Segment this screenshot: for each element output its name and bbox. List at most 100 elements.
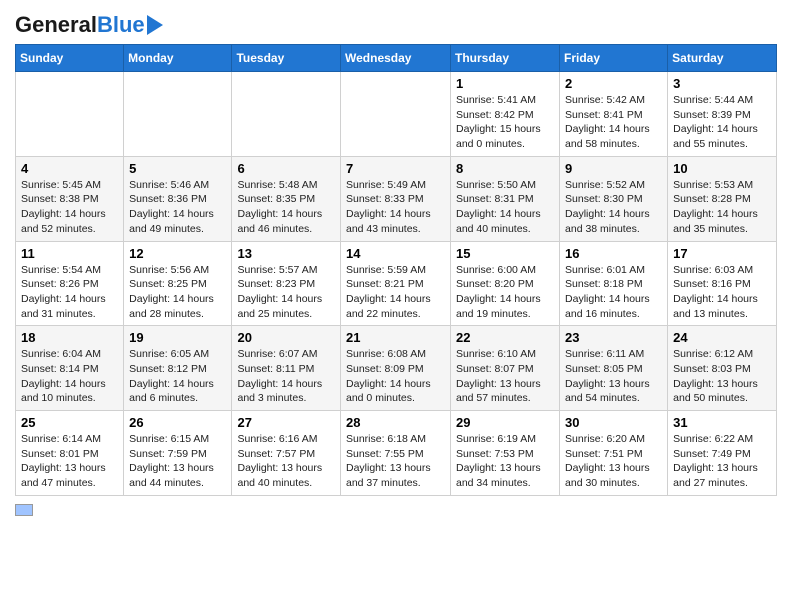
day-number: 25	[21, 415, 118, 430]
day-info: Sunrise: 6:11 AM Sunset: 8:05 PM Dayligh…	[565, 347, 662, 406]
day-number: 17	[673, 246, 771, 261]
day-number: 24	[673, 330, 771, 345]
day-number: 18	[21, 330, 118, 345]
legend-color-box	[15, 504, 33, 516]
day-info: Sunrise: 5:45 AM Sunset: 8:38 PM Dayligh…	[21, 178, 118, 237]
calendar-cell: 1 Sunrise: 5:41 AM Sunset: 8:42 PM Daylig…	[451, 72, 560, 157]
day-number: 6	[237, 161, 335, 176]
calendar-cell: 25 Sunrise: 6:14 AM Sunset: 8:01 PM Dayli…	[16, 411, 124, 496]
day-number: 14	[346, 246, 445, 261]
calendar-cell: 5 Sunrise: 5:46 AM Sunset: 8:36 PM Daylig…	[124, 156, 232, 241]
day-info: Sunrise: 6:00 AM Sunset: 8:20 PM Dayligh…	[456, 263, 554, 322]
calendar-cell: 24 Sunrise: 6:12 AM Sunset: 8:03 PM Dayli…	[668, 326, 777, 411]
calendar-cell: 26 Sunrise: 6:15 AM Sunset: 7:59 PM Dayli…	[124, 411, 232, 496]
day-number: 26	[129, 415, 226, 430]
calendar-week-row: 18 Sunrise: 6:04 AM Sunset: 8:14 PM Dayli…	[16, 326, 777, 411]
day-number: 11	[21, 246, 118, 261]
day-number: 4	[21, 161, 118, 176]
day-info: Sunrise: 6:12 AM Sunset: 8:03 PM Dayligh…	[673, 347, 771, 406]
calendar-cell: 27 Sunrise: 6:16 AM Sunset: 7:57 PM Dayli…	[232, 411, 341, 496]
day-number: 21	[346, 330, 445, 345]
calendar-cell: 11 Sunrise: 5:54 AM Sunset: 8:26 PM Dayli…	[16, 241, 124, 326]
day-number: 27	[237, 415, 335, 430]
day-number: 15	[456, 246, 554, 261]
day-info: Sunrise: 6:16 AM Sunset: 7:57 PM Dayligh…	[237, 432, 335, 491]
day-info: Sunrise: 5:54 AM Sunset: 8:26 PM Dayligh…	[21, 263, 118, 322]
day-number: 2	[565, 76, 662, 91]
day-info: Sunrise: 5:50 AM Sunset: 8:31 PM Dayligh…	[456, 178, 554, 237]
column-header-saturday: Saturday	[668, 45, 777, 72]
calendar-cell: 15 Sunrise: 6:00 AM Sunset: 8:20 PM Dayli…	[451, 241, 560, 326]
day-info: Sunrise: 5:41 AM Sunset: 8:42 PM Dayligh…	[456, 93, 554, 152]
legend	[15, 504, 777, 516]
day-info: Sunrise: 5:59 AM Sunset: 8:21 PM Dayligh…	[346, 263, 445, 322]
day-info: Sunrise: 5:48 AM Sunset: 8:35 PM Dayligh…	[237, 178, 335, 237]
day-number: 30	[565, 415, 662, 430]
column-header-thursday: Thursday	[451, 45, 560, 72]
calendar-week-row: 25 Sunrise: 6:14 AM Sunset: 8:01 PM Dayli…	[16, 411, 777, 496]
day-info: Sunrise: 6:10 AM Sunset: 8:07 PM Dayligh…	[456, 347, 554, 406]
column-header-tuesday: Tuesday	[232, 45, 341, 72]
day-info: Sunrise: 5:49 AM Sunset: 8:33 PM Dayligh…	[346, 178, 445, 237]
logo-arrow-icon	[147, 15, 163, 35]
column-header-wednesday: Wednesday	[341, 45, 451, 72]
calendar-cell: 17 Sunrise: 6:03 AM Sunset: 8:16 PM Dayli…	[668, 241, 777, 326]
calendar-cell: 19 Sunrise: 6:05 AM Sunset: 8:12 PM Dayli…	[124, 326, 232, 411]
day-number: 20	[237, 330, 335, 345]
calendar-cell	[232, 72, 341, 157]
day-info: Sunrise: 6:20 AM Sunset: 7:51 PM Dayligh…	[565, 432, 662, 491]
logo-text: GeneralBlue	[15, 14, 145, 36]
day-info: Sunrise: 6:07 AM Sunset: 8:11 PM Dayligh…	[237, 347, 335, 406]
calendar-cell: 13Sunrise: 5:57 AM Sunset: 8:23 PM Dayli…	[232, 241, 341, 326]
day-number: 8	[456, 161, 554, 176]
day-number: 16	[565, 246, 662, 261]
day-info: Sunrise: 5:52 AM Sunset: 8:30 PM Dayligh…	[565, 178, 662, 237]
calendar-cell: 4 Sunrise: 5:45 AM Sunset: 8:38 PM Daylig…	[16, 156, 124, 241]
day-info: Sunrise: 6:01 AM Sunset: 8:18 PM Dayligh…	[565, 263, 662, 322]
calendar-cell: 23 Sunrise: 6:11 AM Sunset: 8:05 PM Dayli…	[560, 326, 668, 411]
day-number: 3	[673, 76, 771, 91]
day-number: 1	[456, 76, 554, 91]
day-info: Sunrise: 5:42 AM Sunset: 8:41 PM Dayligh…	[565, 93, 662, 152]
day-info: Sunrise: 5:44 AM Sunset: 8:39 PM Dayligh…	[673, 93, 771, 152]
calendar-week-row: 1 Sunrise: 5:41 AM Sunset: 8:42 PM Daylig…	[16, 72, 777, 157]
day-number: 7	[346, 161, 445, 176]
calendar-cell: 31Sunrise: 6:22 AM Sunset: 7:49 PM Dayli…	[668, 411, 777, 496]
day-info: Sunrise: 5:57 AM Sunset: 8:23 PM Dayligh…	[237, 263, 335, 322]
calendar-week-row: 4 Sunrise: 5:45 AM Sunset: 8:38 PM Daylig…	[16, 156, 777, 241]
column-header-monday: Monday	[124, 45, 232, 72]
day-info: Sunrise: 6:15 AM Sunset: 7:59 PM Dayligh…	[129, 432, 226, 491]
day-info: Sunrise: 6:19 AM Sunset: 7:53 PM Dayligh…	[456, 432, 554, 491]
day-number: 19	[129, 330, 226, 345]
calendar-cell: 16 Sunrise: 6:01 AM Sunset: 8:18 PM Dayli…	[560, 241, 668, 326]
day-info: Sunrise: 6:08 AM Sunset: 8:09 PM Dayligh…	[346, 347, 445, 406]
calendar-cell: 3 Sunrise: 5:44 AM Sunset: 8:39 PM Daylig…	[668, 72, 777, 157]
calendar-cell: 14 Sunrise: 5:59 AM Sunset: 8:21 PM Dayli…	[341, 241, 451, 326]
logo: GeneralBlue	[15, 14, 163, 36]
day-number: 10	[673, 161, 771, 176]
calendar-cell: 12Sunrise: 5:56 AM Sunset: 8:25 PM Dayli…	[124, 241, 232, 326]
day-number: 23	[565, 330, 662, 345]
day-number: 5	[129, 161, 226, 176]
day-number: 12	[129, 246, 226, 261]
day-number: 29	[456, 415, 554, 430]
calendar-cell: 6 Sunrise: 5:48 AM Sunset: 8:35 PM Daylig…	[232, 156, 341, 241]
day-info: Sunrise: 6:14 AM Sunset: 8:01 PM Dayligh…	[21, 432, 118, 491]
day-number: 9	[565, 161, 662, 176]
calendar-header-row: SundayMondayTuesdayWednesdayThursdayFrid…	[16, 45, 777, 72]
day-info: Sunrise: 6:04 AM Sunset: 8:14 PM Dayligh…	[21, 347, 118, 406]
column-header-friday: Friday	[560, 45, 668, 72]
calendar-cell: 2 Sunrise: 5:42 AM Sunset: 8:41 PM Daylig…	[560, 72, 668, 157]
day-info: Sunrise: 5:46 AM Sunset: 8:36 PM Dayligh…	[129, 178, 226, 237]
calendar-week-row: 11 Sunrise: 5:54 AM Sunset: 8:26 PM Dayli…	[16, 241, 777, 326]
day-info: Sunrise: 6:03 AM Sunset: 8:16 PM Dayligh…	[673, 263, 771, 322]
day-info: Sunrise: 5:53 AM Sunset: 8:28 PM Dayligh…	[673, 178, 771, 237]
calendar-cell: 10 Sunrise: 5:53 AM Sunset: 8:28 PM Dayli…	[668, 156, 777, 241]
calendar-cell: 9 Sunrise: 5:52 AM Sunset: 8:30 PM Daylig…	[560, 156, 668, 241]
column-header-sunday: Sunday	[16, 45, 124, 72]
calendar-cell: 8 Sunrise: 5:50 AM Sunset: 8:31 PM Daylig…	[451, 156, 560, 241]
calendar-table: SundayMondayTuesdayWednesdayThursdayFrid…	[15, 44, 777, 496]
day-info: Sunrise: 6:05 AM Sunset: 8:12 PM Dayligh…	[129, 347, 226, 406]
calendar-cell	[16, 72, 124, 157]
day-number: 31	[673, 415, 771, 430]
